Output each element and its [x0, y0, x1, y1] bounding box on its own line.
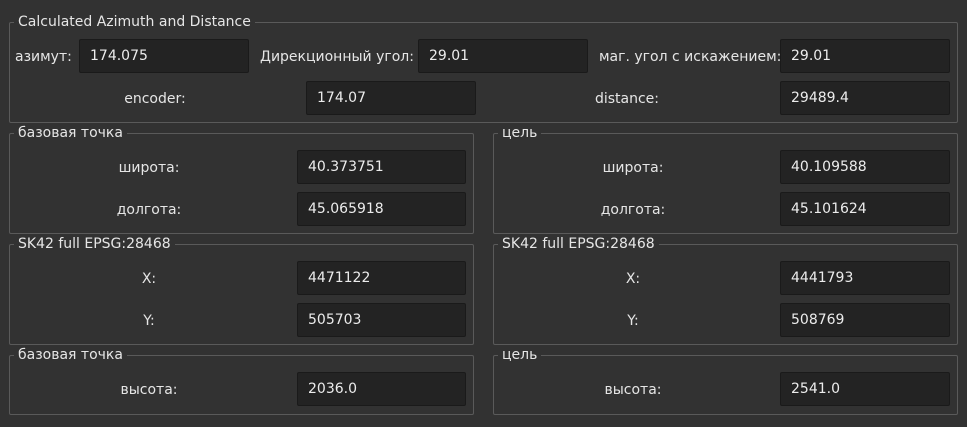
base-lat-label: широта: — [118, 160, 180, 176]
target-lon-field[interactable]: 45.101624 — [780, 192, 950, 226]
target-alt-label: высота: — [604, 382, 662, 398]
target-x-label: X: — [625, 271, 641, 287]
base-alt-field[interactable]: 2036.0 — [297, 372, 466, 406]
encoder-label: encoder: — [124, 91, 186, 107]
base-alt-label: высота: — [120, 382, 178, 398]
target-lat-field[interactable]: 40.109588 — [780, 150, 950, 184]
target-alt-field[interactable]: 2541.0 — [780, 372, 950, 406]
distance-label: distance: — [594, 91, 660, 107]
target-x-field[interactable]: 4441793 — [780, 261, 950, 295]
base-lat-field[interactable]: 40.373751 — [297, 150, 466, 184]
base-y-label: Y: — [143, 313, 155, 329]
distance-field[interactable]: 29489.4 — [780, 81, 950, 115]
group-title: SK42 full EPSG:28468 — [14, 235, 175, 253]
group-title: базовая точка — [14, 124, 127, 142]
directional-angle-label: Дирекционный угол: — [260, 49, 414, 65]
target-lon-label: долгота: — [600, 202, 666, 218]
base-lon-field[interactable]: 45.065918 — [297, 192, 466, 226]
target-y-label: Y: — [627, 313, 639, 329]
group-title: цель — [498, 346, 542, 364]
azimuth-field[interactable]: 174.075 — [79, 39, 249, 73]
encoder-field[interactable]: 174.07 — [306, 81, 476, 115]
group-title: базовая точка — [14, 346, 127, 364]
group-title: цель — [498, 124, 542, 142]
base-x-label: X: — [141, 271, 157, 287]
mag-angle-label: маг. угол с искажением: — [599, 49, 782, 65]
base-x-field[interactable]: 4471122 — [297, 261, 466, 295]
azimuth-label: азимут: — [15, 49, 72, 65]
base-y-field[interactable]: 505703 — [297, 303, 466, 337]
directional-angle-field[interactable]: 29.01 — [418, 39, 588, 73]
mag-angle-field[interactable]: 29.01 — [780, 39, 950, 73]
target-lat-label: широта: — [602, 160, 664, 176]
group-title: Calculated Azimuth and Distance — [14, 13, 255, 31]
base-lon-label: долгота: — [116, 202, 182, 218]
group-title: SK42 full EPSG:28468 — [498, 235, 659, 253]
target-y-field[interactable]: 508769 — [780, 303, 950, 337]
